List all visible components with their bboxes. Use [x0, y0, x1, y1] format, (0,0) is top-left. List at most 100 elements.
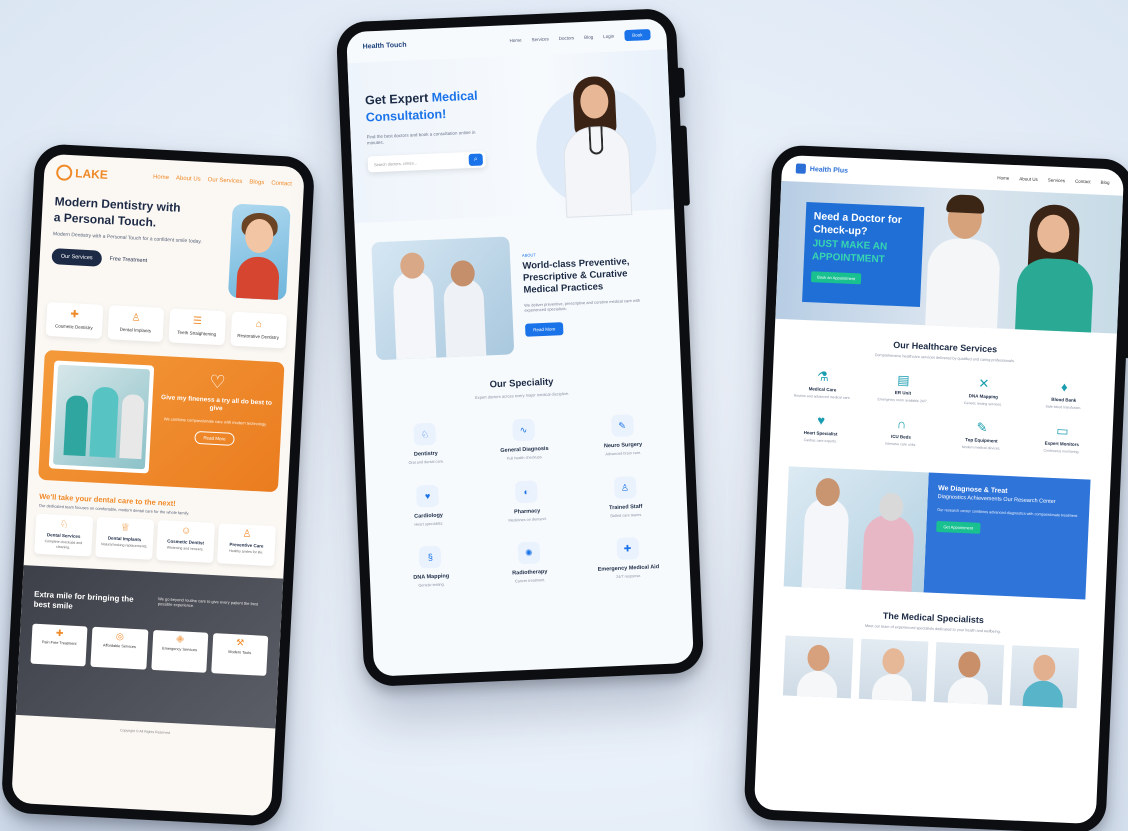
- speciality-item[interactable]: ♘ Dentistry Oral and dental care.: [379, 421, 471, 467]
- nav-services[interactable]: Services: [1048, 177, 1065, 183]
- consultation-website-screen: Health Touch Home Services Doctors Blog …: [346, 18, 694, 677]
- promo-banner: ♡ Give my fineness a try all do best to …: [38, 349, 285, 493]
- benefit-card[interactable]: ✙ Emergency Services: [150, 630, 209, 674]
- our-services-button[interactable]: Our Services: [51, 248, 102, 267]
- benefit-card[interactable]: ✚ Pain Free Treatment: [30, 623, 88, 667]
- logo[interactable]: Health Plus: [795, 163, 849, 175]
- logo-text: Health Plus: [809, 165, 849, 175]
- benefit-card[interactable]: ◎ Affordable Services: [90, 627, 148, 670]
- speciality-item[interactable]: ♙ Trained Staff Skilled care teams.: [579, 474, 671, 520]
- ambulance-icon: ✙: [176, 634, 185, 645]
- service-card[interactable]: ⌂ Restorative Dentistry: [229, 311, 288, 349]
- service-item[interactable]: ▤ ER Unit Emergency room available 24/7.: [866, 372, 940, 405]
- about-read-more-button[interactable]: Read More: [524, 321, 564, 337]
- feature-card[interactable]: ♘ Dental Services Complete checkups and cl…: [34, 514, 94, 557]
- feature-card[interactable]: ♕ Dental Implants Natural looking replacem…: [95, 517, 155, 560]
- logo[interactable]: LAKE: [55, 164, 109, 183]
- doctor-search-bar[interactable]: Search doctors, clinics... ⌕: [367, 151, 487, 173]
- book-appointment-button[interactable]: Book an Appointment: [810, 271, 862, 285]
- nav-blog[interactable]: Blog: [584, 35, 593, 40]
- service-card[interactable]: ☰ Teeth Straightening: [168, 308, 226, 346]
- nav-blog[interactable]: Blog: [1100, 179, 1109, 184]
- tooth-icon: ✚: [55, 628, 64, 639]
- speciality-grid: ♘ Dentistry Oral and dental care. ∿ General…: [362, 392, 691, 612]
- nav-contact[interactable]: Contact: [271, 181, 292, 188]
- stethoscope-icon: ∩: [896, 416, 907, 432]
- free-treatment-link[interactable]: Free Treatment: [109, 256, 147, 264]
- clinic-icon: ⌂: [255, 318, 263, 331]
- search-icon[interactable]: ⌕: [468, 153, 484, 167]
- service-card[interactable]: ✚ Cosmetic Dentistry: [45, 301, 103, 339]
- speciality-item[interactable]: ◐ Pharmacy Medicines on demand.: [481, 478, 573, 524]
- specialist-card[interactable]: [858, 638, 929, 702]
- specialist-card[interactable]: [933, 642, 1004, 705]
- heart-icon: ♥: [816, 412, 826, 428]
- speciality-item[interactable]: ✚ Emergency Medical Aid 24/7 response.: [582, 536, 674, 582]
- service-item[interactable]: ▭ Expert Monitors Continuous monitoring.: [1025, 423, 1099, 456]
- nav-services[interactable]: Our Services: [207, 177, 242, 185]
- book-button[interactable]: Book: [623, 29, 651, 42]
- hero-child-photo: [227, 203, 291, 301]
- hero-subtitle: JUST MAKE AN APPOINTMENT: [811, 238, 888, 266]
- promo-read-more-button[interactable]: Read More: [194, 431, 235, 447]
- specialist-card[interactable]: [1009, 645, 1080, 709]
- dna-icon: ✕: [978, 375, 990, 392]
- feature-card[interactable]: ♙ Preventive Care Healthy smiles for life.: [217, 523, 276, 566]
- tools-icon: ⚒: [235, 637, 245, 649]
- nav-services[interactable]: Services: [531, 36, 548, 42]
- benefit-card[interactable]: ⚒ Modern Tools: [210, 633, 269, 677]
- speciality-item[interactable]: ♥ Cardiology Heart specialists.: [382, 483, 474, 529]
- device-side-button: [678, 125, 690, 206]
- implant-icon: ♕: [120, 522, 130, 535]
- nav-contact[interactable]: Contact: [1075, 178, 1091, 184]
- speciality-item[interactable]: ✺ Radiotherapy Cancer treatment.: [483, 540, 575, 586]
- family-section-title: Extra mile for bringing the best smile: [33, 589, 134, 611]
- logo-text: LAKE: [74, 166, 109, 182]
- hero-title: Modern Dentistry with a Personal Touch.: [53, 194, 181, 230]
- nav-home[interactable]: Home: [509, 38, 521, 44]
- flask-icon: ⚗: [816, 368, 830, 385]
- service-card[interactable]: ♙ Dental Implants: [107, 305, 165, 342]
- syringe-icon: ✎: [976, 419, 988, 436]
- nav-login[interactable]: Login: [603, 34, 614, 39]
- nav-doctors[interactable]: Doctors: [559, 35, 575, 41]
- coin-icon: ◎: [115, 631, 125, 642]
- service-item[interactable]: ✎ Top Equipment Modern medical devices.: [945, 419, 1019, 452]
- search-input[interactable]: Search doctors, clinics...: [374, 160, 418, 167]
- device-side-button: [675, 67, 686, 98]
- tooth-icon: ✚: [70, 309, 80, 321]
- tablet-device-consultation: Health Touch Home Services Doctors Blog …: [335, 7, 705, 688]
- tablet-device-dental: LAKE Home About Us Our Services Blogs Co…: [0, 143, 316, 827]
- specialist-card[interactable]: [782, 635, 853, 699]
- nav-home[interactable]: Home: [997, 175, 1009, 181]
- service-item[interactable]: ✕ DNA Mapping Genetic testing services.: [947, 376, 1021, 409]
- service-item[interactable]: ∩ ICU Beds Intensive care units.: [864, 416, 938, 449]
- service-item[interactable]: ♥ Heart Specialist Cardiac care experts.: [784, 412, 858, 445]
- ambulance-icon: ✚: [616, 537, 640, 561]
- speciality-item[interactable]: ∿ General Diagnosis Full health checkups.: [478, 417, 570, 463]
- feature-card[interactable]: ☺ Cosmetic Dentist Whitening and veneers.: [156, 520, 216, 563]
- logo-mark-icon: [795, 163, 807, 174]
- specialists-row: [758, 624, 1103, 719]
- service-item[interactable]: ♦ Blood Bank Safe blood transfusion.: [1027, 379, 1101, 412]
- hero-subtitle: Find the best doctors and book a consult…: [366, 129, 476, 146]
- nav-blogs[interactable]: Blogs: [249, 179, 264, 186]
- logo[interactable]: Health Touch: [363, 42, 407, 51]
- family-section-text: We go beyond routine care to give every …: [157, 595, 259, 609]
- nav-about[interactable]: About Us: [1019, 176, 1038, 182]
- service-item[interactable]: ⚗ Medical Care Routine and advanced medica…: [786, 369, 860, 402]
- pill-icon: ◐: [514, 479, 538, 503]
- radiation-icon: ✺: [517, 541, 541, 565]
- dental-team-photo: [48, 360, 155, 474]
- speciality-item[interactable]: § DNA Mapping Genetic testing.: [385, 545, 477, 591]
- speciality-item[interactable]: ✎ Neuro Surgery Advanced brain care.: [576, 412, 668, 458]
- dna-icon: §: [418, 546, 442, 570]
- stethoscope-icon: ∿: [512, 418, 536, 441]
- healthcare-website-screen: Health Plus Home About Us Services Conta…: [753, 154, 1125, 825]
- get-appointment-button[interactable]: Get Appointment: [936, 520, 981, 534]
- nav-about[interactable]: About Us: [176, 176, 201, 183]
- doctors-photo: [371, 236, 515, 361]
- promo-title: Give my fineness a try all do best to gi…: [160, 393, 273, 413]
- person-icon: ♙: [242, 528, 252, 541]
- nav-home[interactable]: Home: [153, 174, 169, 181]
